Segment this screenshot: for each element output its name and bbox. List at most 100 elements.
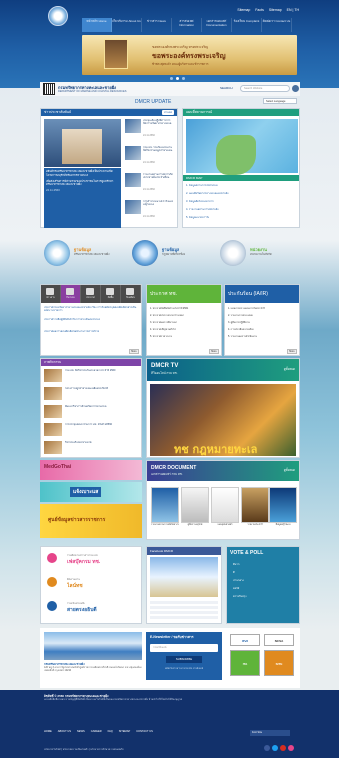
featured-news-image[interactable]: [44, 119, 121, 167]
site-badge[interactable]: SITE: [264, 650, 294, 676]
tv-more-link[interactable]: ดูทั้งหมด: [284, 367, 295, 372]
audit-more-button[interactable]: More: [287, 349, 297, 354]
announcement-item[interactable]: 2. ประกาศประกวดราคาจ้างเหมา: [150, 314, 220, 318]
database-link-resources[interactable]: ฐานข้อมูล ทรัพยากรทางทะเลและชายฝั่ง: [40, 238, 126, 278]
dmcr-logo[interactable]: [48, 6, 68, 26]
facebook-feed[interactable]: [150, 601, 218, 621]
activity-item[interactable]: การประชุมคณะกรรมการ ทช. ครั้งที่ 1/2560: [44, 423, 140, 439]
newsletter-email-input[interactable]: กรอกอีเมลล์: [150, 644, 218, 652]
top-link-facts[interactable]: Facts: [255, 8, 264, 12]
service-more-button[interactable]: More: [129, 349, 139, 354]
announcement-more-button[interactable]: More: [209, 349, 219, 354]
nav-home[interactable]: หน้าหลัก Home: [82, 18, 112, 32]
footer-link-career[interactable]: CAREER: [91, 730, 102, 733]
announcement-item[interactable]: 1. ประกาศจัดซื้อจัดจ้างประจำปี 2561: [150, 307, 220, 311]
featured-news-caption[interactable]: อธิบดีกรมทรัพยากรทางทะเลและชายฝั่งเป็นปร…: [44, 168, 121, 228]
social-link-line[interactable]: ติดตามผ่าน ไลน์ทช: [45, 575, 139, 597]
font-size-tool[interactable]: Font Size: [250, 730, 290, 736]
announcement-item[interactable]: 3. ประกาศผลการพิจารณา: [150, 321, 220, 325]
search-icon[interactable]: [292, 85, 299, 92]
news-more-button[interactable]: อ่านต่อ: [162, 110, 174, 115]
document-book[interactable]: [241, 487, 269, 523]
search-input[interactable]: Search Website: [240, 85, 290, 92]
vote-option[interactable]: ดีมาก: [233, 563, 299, 567]
announcement-item[interactable]: 4. ประกาศเชิญชวนทั่วไป: [150, 328, 220, 332]
nav-documentation[interactable]: เอกสารเผยแพร่ Documentation: [202, 18, 232, 32]
tab-activities[interactable]: กิจกรรม: [61, 285, 81, 303]
vote-option[interactable]: พอใช้: [233, 587, 299, 591]
news-item[interactable]: รายงานสถานการณ์การกัดเซาะชายฝั่งประจำเดื…: [125, 173, 175, 197]
activity-item[interactable]: กิจกรรมเก็บขยะชายหาด: [44, 441, 140, 457]
hero-banner[interactable]: ขอพระองค์ทรงพระเจริญ ทรงพระเจริญ ขอพระอง…: [82, 35, 297, 75]
sea-map[interactable]: [186, 119, 298, 175]
service-item[interactable]: ประกาศกรมทรัพยากรทางทะเลและชายฝั่ง เรื่อ…: [44, 306, 140, 315]
database-link-agencies[interactable]: หน่วยงาน หน่วยงานในสังกัด: [216, 238, 302, 278]
map-list-item[interactable]: 4. รายงานสถานการณ์ชายฝั่ง: [186, 208, 296, 212]
footer-link-home[interactable]: HOME: [44, 730, 52, 733]
activity-item[interactable]: กรม ทช. จัดกิจกรรมวันทะเลโลก ประจำปี 256…: [44, 369, 140, 385]
top-link-sitemap[interactable]: Sitemap: [237, 8, 250, 12]
pager-dot[interactable]: [170, 77, 173, 80]
audit-item[interactable]: 5. รายงานผลการดำเนินงาน: [228, 335, 298, 339]
pager-dot[interactable]: [182, 77, 185, 80]
youtube-icon[interactable]: [280, 745, 286, 751]
pager-dot-active[interactable]: [176, 77, 179, 80]
tv-video-player[interactable]: ทช กฎหมายทะเล: [150, 384, 296, 456]
footer-link-news[interactable]: NEWS: [77, 730, 85, 733]
tab-news[interactable]: ข่าวสาร: [41, 285, 61, 303]
nav-complaint[interactable]: ร้องเรียน Complaint: [232, 18, 262, 32]
top-link-sitemap-2[interactable]: Sitemap: [269, 8, 282, 12]
promo-report[interactable]: แจ้งเบาะแส: [40, 482, 142, 502]
social-link-facebook[interactable]: ร่วมติดตามข่าวสารกรม ทช. เฟสบุ๊คกรม ทช.: [45, 551, 139, 573]
audit-item[interactable]: 4. การประเมินความเสี่ยง: [228, 328, 298, 332]
tab-procurement[interactable]: จัดซื้อ: [101, 285, 121, 303]
footer-link-contact[interactable]: CONTACT US: [136, 730, 153, 733]
vote-option[interactable]: ควรปรับปรุง: [233, 595, 299, 599]
audit-item[interactable]: 1. แผนการตรวจสอบภายในประจำปี: [228, 307, 298, 311]
tab-announcements[interactable]: ประกาศ: [81, 285, 101, 303]
footer-link-faq[interactable]: FAQ: [108, 730, 113, 733]
database-link-law[interactable]: ฐานข้อมูล กฎหมายที่เกี่ยวข้อง: [128, 238, 214, 278]
footer-link-about[interactable]: ABOUT US: [58, 730, 71, 733]
map-list-item[interactable]: 1. ข้อมูลสถานการณ์น้ำทะเล: [186, 184, 296, 188]
map-list-item[interactable]: 2. แผนที่ทรัพยากรทางทะเลและชายฝั่ง: [186, 192, 296, 196]
document-book[interactable]: [211, 487, 239, 523]
document-book[interactable]: [269, 487, 297, 523]
facebook-icon[interactable]: [264, 745, 270, 751]
document-book[interactable]: [181, 487, 209, 523]
nav-information[interactable]: สารสนเทศ Information: [172, 18, 202, 32]
promo-medgothai[interactable]: MedGoThai: [40, 460, 142, 480]
ita-badge[interactable]: ITA: [230, 650, 260, 676]
news-item[interactable]: การสำรวจแนวปะการังและหญ้าทะเล 24.11.2560: [125, 200, 175, 224]
vote-option[interactable]: ปานกลาง: [233, 579, 299, 583]
promo-info-center[interactable]: ศูนย์ข้อมูลข่าวสารราชการ: [40, 504, 142, 538]
facebook-bar[interactable]: Facebook DMCR: [147, 547, 221, 555]
news-item[interactable]: ประชุมเชิงปฏิบัติการการจัดการทรัพยากรทาง…: [125, 119, 175, 143]
facebook-cover-image[interactable]: [150, 557, 218, 597]
audit-item[interactable]: 3. คู่มือการปฏิบัติงาน: [228, 321, 298, 325]
ipv6-badge[interactable]: IPv6: [230, 634, 260, 646]
twitter-icon[interactable]: [272, 745, 278, 751]
audit-item[interactable]: 2. รายงานการตรวจสอบ: [228, 314, 298, 318]
instagram-icon[interactable]: [288, 745, 294, 751]
tab-recruitment[interactable]: รับสมัคร: [121, 285, 141, 303]
activity-item[interactable]: สัมมนาวิชาการด้านทรัพยากรทางทะเล: [44, 405, 140, 421]
nav-contact[interactable]: ติดต่อเรา Contact Us: [262, 18, 292, 32]
service-item[interactable]: ประกาศผลการสอบคัดเลือกพนักงานราชการทั่วไ…: [44, 330, 140, 339]
nav-about[interactable]: เกี่ยวกับกรม About Us: [112, 18, 142, 32]
nav-news[interactable]: ข่าวสาร News: [142, 18, 172, 32]
language-switch[interactable]: EN | TH: [287, 8, 299, 12]
footer-policy-links[interactable]: นโยบายเว็บไซต์ | นโยบายความเป็นส่วนตัว |…: [44, 748, 224, 752]
map-list-item[interactable]: 5. ข้อมูลแนวปะการัง: [186, 216, 296, 220]
language-select[interactable]: Select Language: [263, 98, 297, 104]
vote-option[interactable]: ดี: [233, 571, 299, 575]
service-item[interactable]: ประกาศรายชื่อผู้มีสิทธิ์เข้ารับการประเมิ…: [44, 318, 140, 327]
footer-link-sitemap[interactable]: SITEMAP: [119, 730, 130, 733]
map-list-item[interactable]: 3. ข้อมูลสัตว์ทะเลหายาก: [186, 200, 296, 204]
subscribe-button[interactable]: SUBSCRIBE: [166, 656, 202, 663]
news-item[interactable]: กรม ทช. ร่วมกับหน่วยงานจัดกิจกรรมปลูกป่า…: [125, 146, 175, 170]
ncsa-badge[interactable]: NCSA: [264, 634, 294, 646]
document-book[interactable]: [151, 487, 179, 523]
social-link-hotline[interactable]: ร่วมเป็นส่วนหนึ่ง สายตรงอธิบดี: [45, 599, 139, 621]
activity-item[interactable]: โครงการปลูกป่าชายเลนเฉลิมพระเกียรติ: [44, 387, 140, 403]
